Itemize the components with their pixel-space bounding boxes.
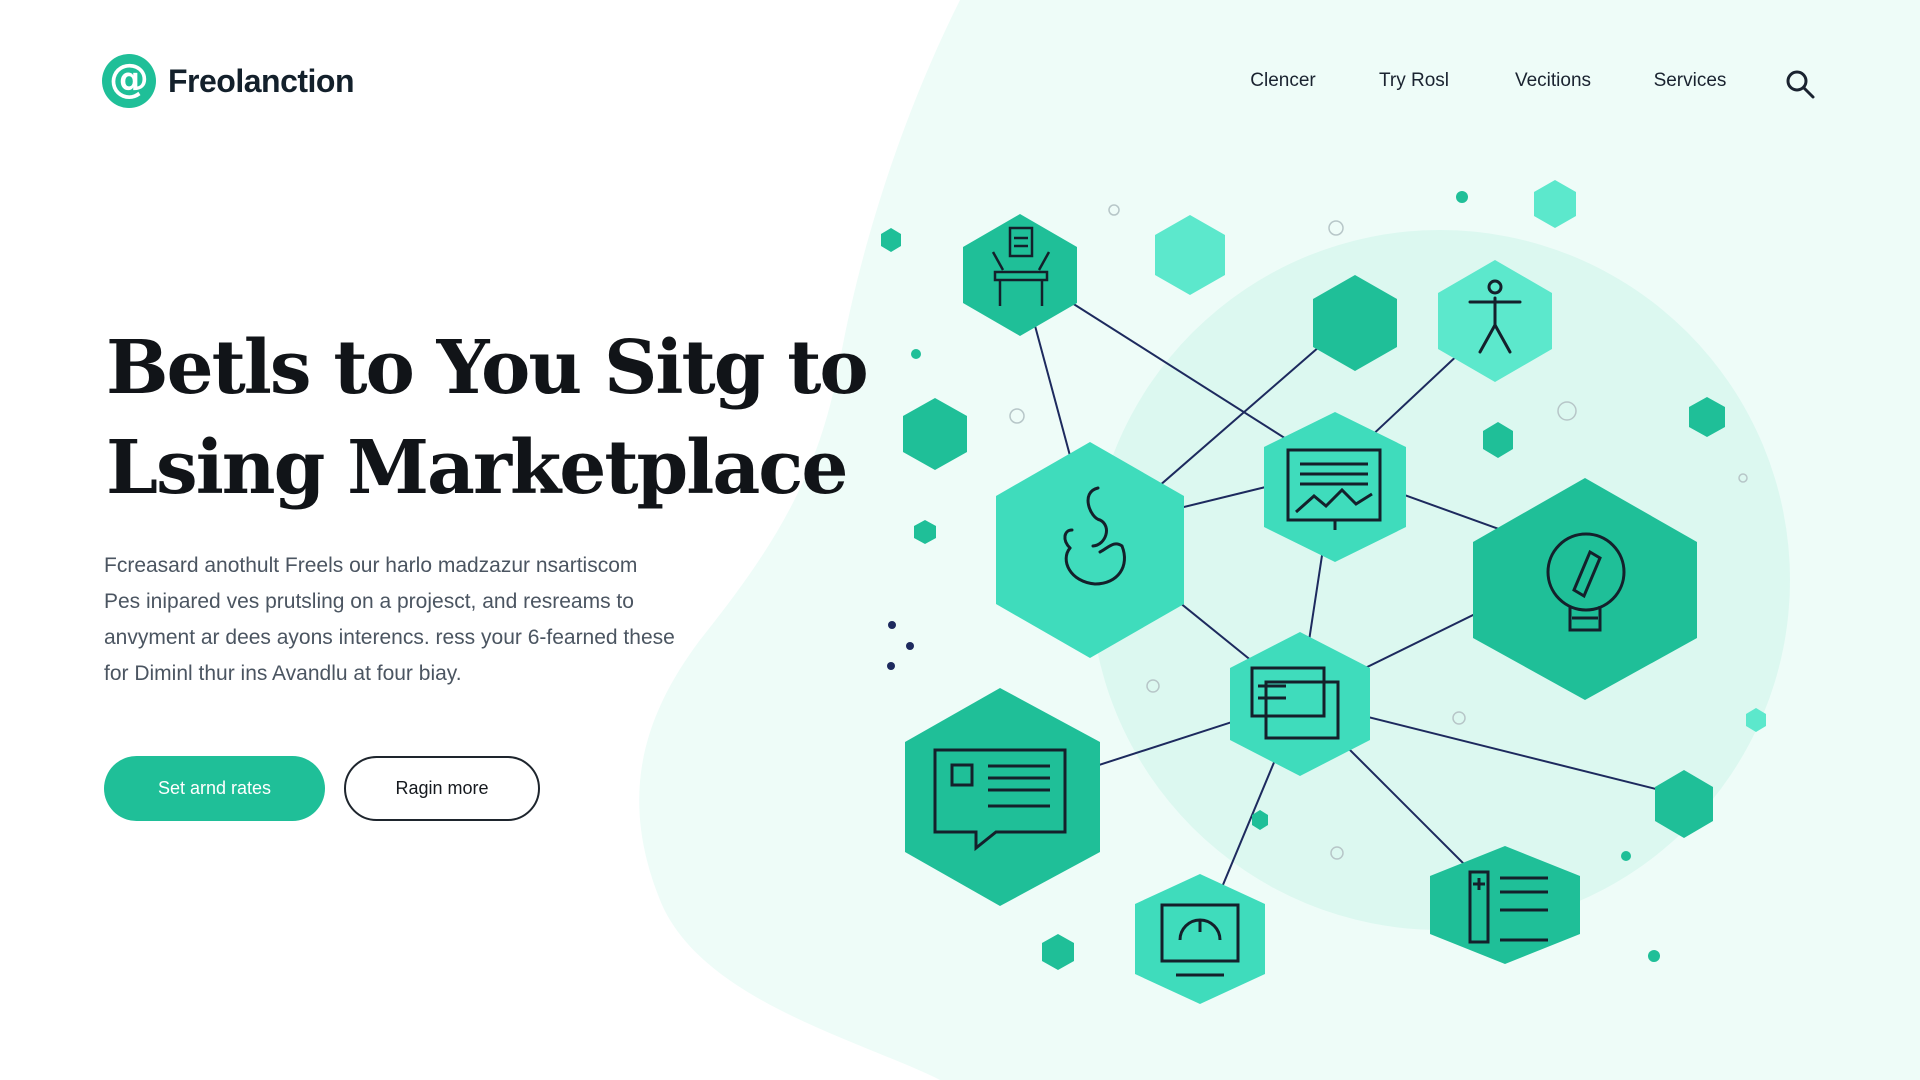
small-hexagon [1155,215,1225,295]
gauge-node [1135,874,1265,1004]
desk-node [963,214,1077,336]
network-illustration [881,180,1790,1004]
chat-node [905,688,1100,906]
small-hexagon [1042,934,1074,970]
small-hexagon [1534,180,1576,228]
small-hexagon [881,228,901,252]
small-hexagon [903,398,967,470]
small-hexagon [914,520,936,544]
